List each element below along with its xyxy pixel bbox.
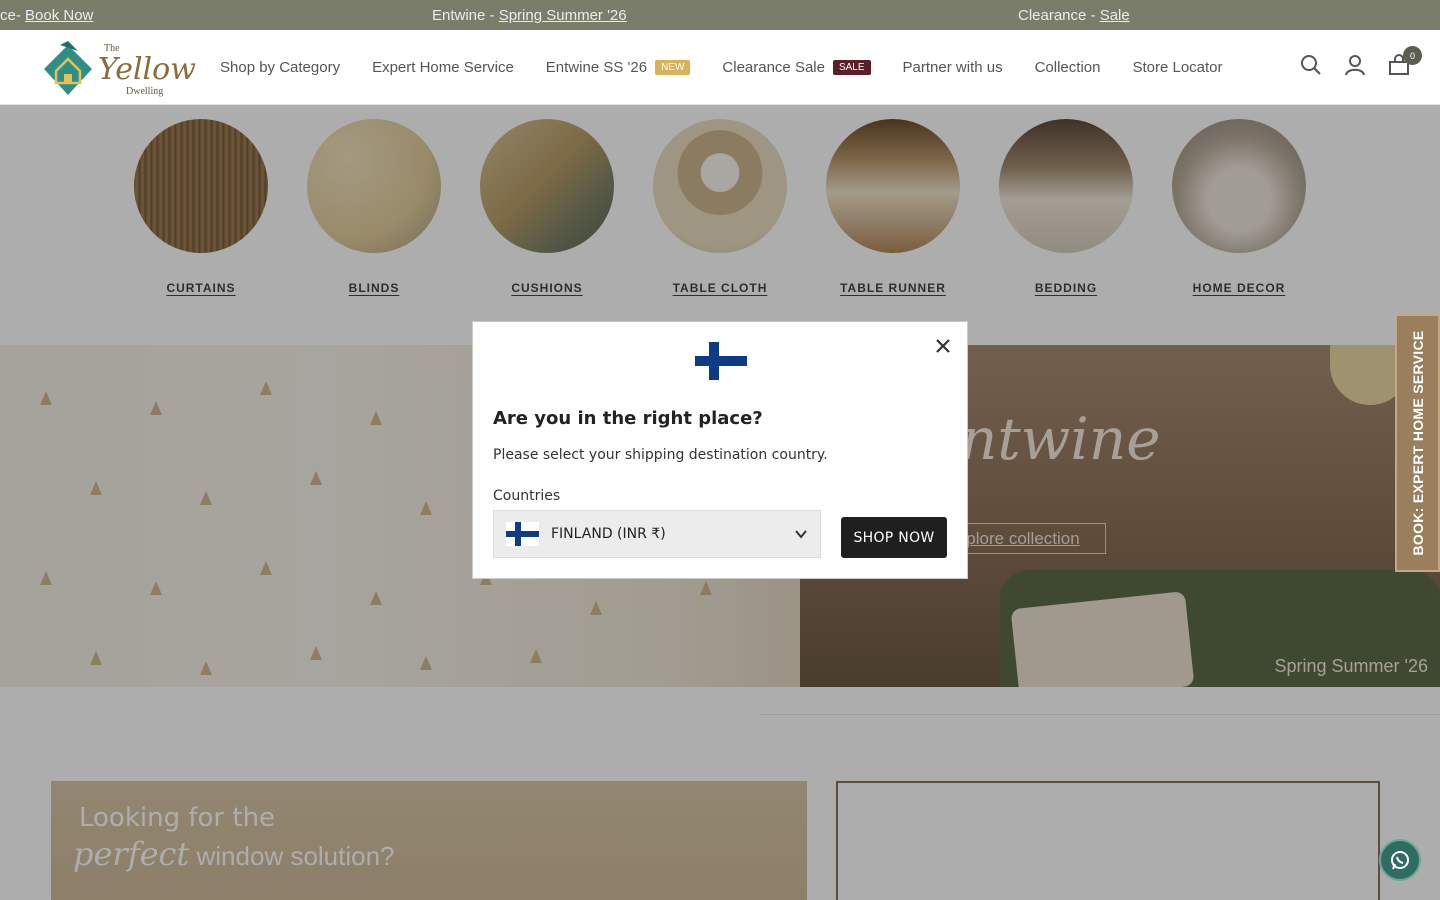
country-selector-modal: Are you in the right place? Please selec…	[472, 321, 968, 579]
finland-flag-icon	[506, 522, 539, 546]
chevron-down-icon	[795, 530, 807, 539]
announcement-text: Clearance -	[1018, 7, 1100, 24]
nav-item-label: Entwine SS '26	[545, 59, 648, 76]
nav-item-label: Clearance Sale	[722, 59, 825, 76]
account-icon[interactable]	[1344, 54, 1366, 76]
announcement-link-spring-summer[interactable]: Spring Summer '26	[499, 7, 627, 24]
selected-country: FINLAND (INR ₹)	[551, 526, 666, 542]
nav-item-label: Shop by Category	[220, 59, 341, 76]
announcement-bar: ce- Book Now Entwine - Spring Summer '26…	[0, 0, 1440, 30]
nav-item-store-locator[interactable]: Store Locator	[1132, 59, 1222, 76]
book-expert-home-service-tab[interactable]: BOOK: EXPERT HOME SERVICE	[1395, 314, 1440, 572]
nav-item-shop-by-category[interactable]: Shop by Category	[220, 59, 340, 76]
announcement-item-book: ce- Book Now	[0, 7, 93, 24]
modal-title: Are you in the right place?	[493, 408, 763, 429]
country-select[interactable]: FINLAND (INR ₹)	[493, 510, 821, 558]
nav-item-entwine[interactable]: Entwine SS '26 NEW	[546, 59, 691, 76]
announcement-link-sale[interactable]: Sale	[1100, 7, 1130, 24]
cart-count-badge: 0	[1403, 46, 1422, 65]
new-badge: NEW	[655, 60, 691, 75]
nav-item-label: Partner with us	[902, 59, 1003, 76]
side-tab-label: BOOK: EXPERT HOME SERVICE	[1409, 330, 1426, 556]
nav-item-label: Store Locator	[1132, 59, 1223, 76]
nav-item-label: Expert Home Service	[372, 59, 514, 76]
announcement-link-book-now[interactable]: Book Now	[25, 7, 93, 24]
main-nav: Shop by Category Expert Home Service Ent…	[220, 30, 1223, 105]
nav-item-partner[interactable]: Partner with us	[903, 59, 1003, 76]
logo[interactable]: The Yellow Dwelling	[38, 39, 196, 101]
cart-icon[interactable]: 0	[1388, 46, 1422, 76]
shop-now-button[interactable]: SHOP NOW	[841, 517, 947, 558]
modal-subtitle: Please select your shipping destination …	[493, 447, 828, 463]
close-icon[interactable]	[933, 336, 953, 356]
announcement-text: ce-	[0, 7, 26, 24]
announcement-text: Entwine -	[432, 7, 499, 24]
nav-item-label: Collection	[1034, 59, 1101, 76]
logo-text-dwelling: Dwelling	[126, 86, 164, 97]
header-icons: 0	[1300, 46, 1422, 76]
nav-item-clearance-sale[interactable]: Clearance Sale SALE	[722, 59, 871, 76]
sale-badge: SALE	[832, 60, 871, 75]
nav-item-expert-home-service[interactable]: Expert Home Service	[372, 59, 514, 76]
announcement-item-entwine: Entwine - Spring Summer '26	[432, 7, 627, 24]
search-icon[interactable]	[1300, 54, 1322, 76]
logo-text-yellow: Yellow	[98, 52, 196, 87]
site-header: The Yellow Dwelling Shop by Category Exp…	[0, 30, 1440, 105]
announcement-item-clearance: Clearance - Sale	[1018, 7, 1130, 24]
logo-house-icon	[44, 41, 92, 95]
finland-flag-icon	[695, 342, 747, 380]
countries-label: Countries	[493, 488, 561, 504]
whatsapp-icon[interactable]	[1379, 839, 1421, 881]
nav-item-collection[interactable]: Collection	[1035, 59, 1101, 76]
